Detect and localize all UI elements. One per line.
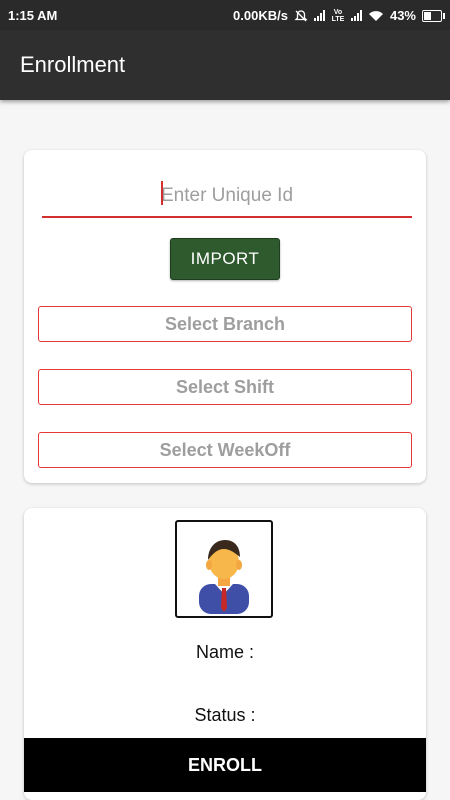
profile-card: Name : Status : ENROLL <box>24 508 426 800</box>
person-avatar-icon <box>199 540 249 614</box>
signal-icon-2 <box>350 10 362 21</box>
battery-icon <box>422 9 445 22</box>
text-cursor <box>161 181 163 205</box>
page-title: Enrollment <box>20 52 126 77</box>
status-bar: 1:15 AM 0.00KB/s Vo LTE 43% <box>0 0 450 30</box>
select-weekoff-button[interactable]: Select WeekOff <box>38 432 412 468</box>
app-bar: Enrollment <box>0 30 450 100</box>
select-branch-button[interactable]: Select Branch <box>38 306 412 342</box>
enroll-button[interactable]: ENROLL <box>24 738 426 792</box>
status-time: 1:15 AM <box>8 8 58 23</box>
profile-photo[interactable] <box>175 520 273 618</box>
unique-id-input[interactable] <box>42 176 412 218</box>
network-speed: 0.00KB/s <box>233 8 288 23</box>
enrollment-form-card: IMPORT Select Branch Select Shift Select… <box>24 150 426 483</box>
status-label: Status : <box>194 705 256 725</box>
name-label: Name : <box>195 642 255 662</box>
mute-bell-icon <box>294 9 308 21</box>
volte-label: Vo LTE <box>331 8 345 23</box>
select-shift-button[interactable]: Select Shift <box>38 369 412 405</box>
status-indicators: 0.00KB/s Vo LTE 43% <box>233 8 445 23</box>
signal-icon <box>313 10 325 21</box>
battery-percent: 43% <box>389 8 416 23</box>
wifi-icon <box>368 10 383 21</box>
import-button[interactable]: IMPORT <box>170 238 280 280</box>
